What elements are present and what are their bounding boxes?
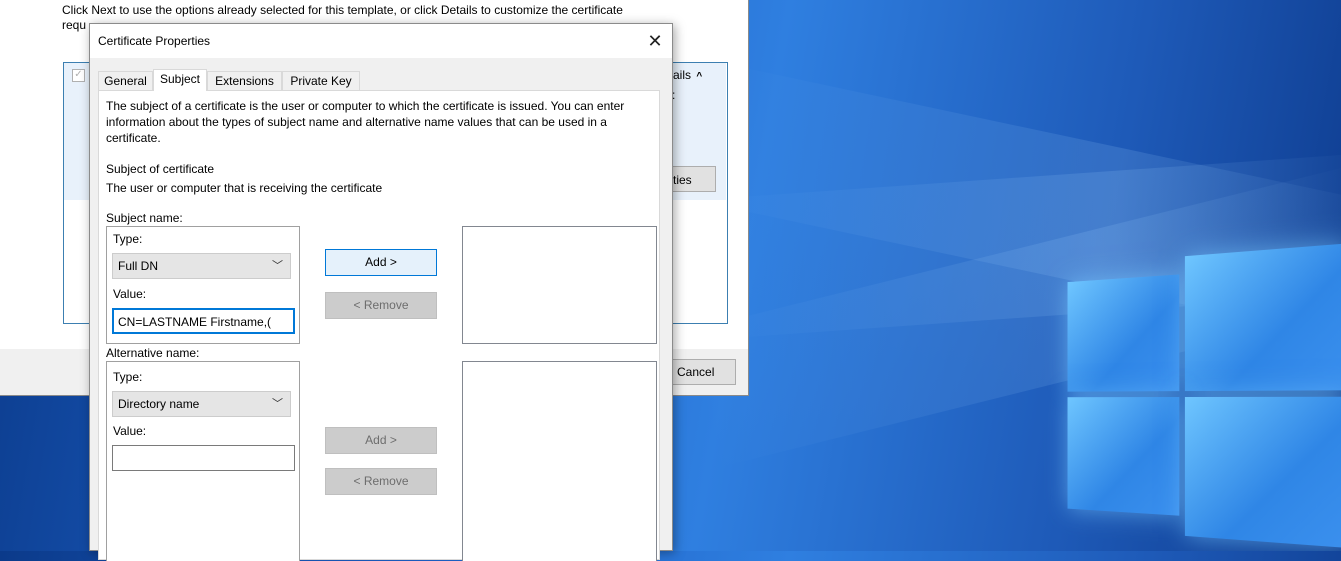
chevron-down-icon: ﹀ [272, 398, 283, 410]
subject-type-dropdown[interactable]: Full DN ﹀ [112, 253, 291, 279]
value-label: Value: [113, 424, 147, 438]
dialog-title: Certificate Properties [98, 34, 211, 48]
subject-tab-page: The subject of a certificate is the user… [98, 90, 660, 561]
intro-line: Click Next to use the options already se… [62, 3, 623, 17]
type-label: Type: [113, 232, 143, 246]
properties-button[interactable]: ties [666, 166, 716, 192]
tab-subject[interactable]: Subject [153, 69, 207, 91]
alternative-remove-button[interactable]: < Remove [325, 468, 437, 495]
tab-extensions[interactable]: Extensions [207, 71, 282, 90]
alternative-add-button[interactable]: Add > [325, 427, 437, 454]
template-checkbox[interactable]: ✓ [72, 69, 85, 82]
subject-name-group: Type: Full DN ﹀ Value: CN=LASTNAME First… [106, 226, 300, 344]
subject-name-label: Subject name: [106, 211, 183, 225]
alternative-values-list[interactable] [462, 361, 657, 561]
details-label: ails [673, 68, 692, 82]
subject-description: The subject of a certificate is the user… [106, 99, 625, 145]
alternative-type-value: Directory name [118, 397, 200, 411]
alternative-type-dropdown[interactable]: Directory name ﹀ [112, 391, 291, 417]
tab-private-key[interactable]: Private Key [282, 71, 360, 90]
alternative-value-input[interactable] [112, 445, 295, 471]
title-bar: Certificate Properties ✕ [90, 24, 672, 58]
alternative-name-label: Alternative name: [106, 346, 200, 360]
chevron-down-icon: ﹀ [272, 260, 283, 272]
subject-remove-button[interactable]: < Remove [325, 292, 437, 319]
certificate-properties-dialog: Certificate Properties ✕ General Subject… [89, 23, 673, 561]
close-icon[interactable]: ✕ [638, 24, 672, 58]
subject-add-button[interactable]: Add > [325, 249, 437, 276]
cancel-button[interactable]: Cancel [672, 359, 736, 385]
subject-subheading: The user or computer that is receiving t… [106, 181, 383, 195]
windows-logo-icon [1067, 243, 1341, 551]
tab-general[interactable]: General [98, 71, 153, 90]
type-label: Type: [113, 370, 143, 384]
value-label: Value: [113, 287, 147, 301]
chevron-up-icon: ^ [696, 71, 703, 82]
subject-heading: Subject of certificate [106, 162, 215, 176]
alternative-name-group: Type: Directory name ﹀ Value: [106, 361, 300, 561]
subject-value-text: CN=LASTNAME Firstname,( [118, 315, 272, 329]
subject-values-list[interactable] [462, 226, 657, 344]
details-toggle[interactable]: ails ^ [673, 68, 702, 82]
subject-type-value: Full DN [118, 259, 159, 273]
subject-value-input[interactable]: CN=LASTNAME Firstname,( [112, 308, 295, 334]
